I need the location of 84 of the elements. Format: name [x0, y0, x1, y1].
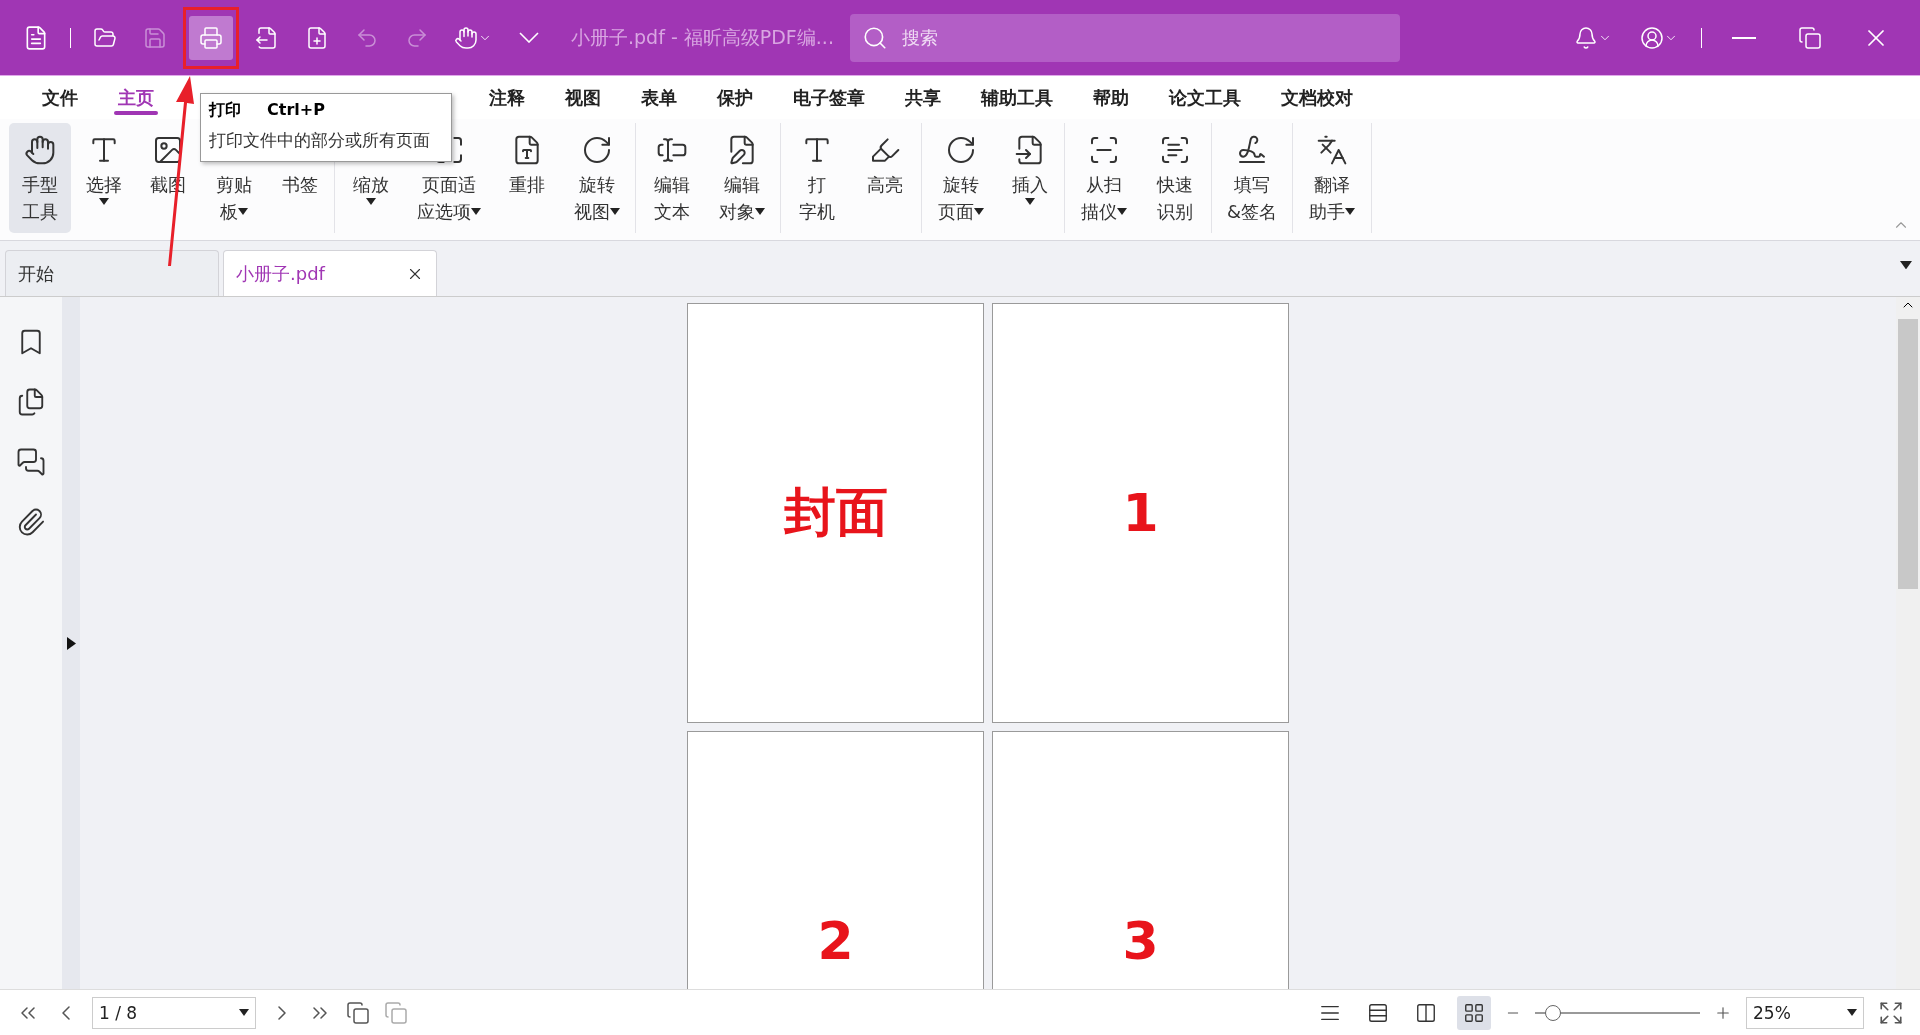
ribbon-button[interactable]: 手型 工具 [9, 123, 71, 233]
caret-icon [1847, 1009, 1857, 1016]
rotate-icon [581, 134, 613, 166]
ribbon-button[interactable]: 旋转 页面 [925, 123, 997, 233]
ribbon-button[interactable]: 旋转 视图 [562, 123, 632, 233]
continuous-icon [1367, 1001, 1389, 1024]
document-tab[interactable]: 小册子.pdf [223, 250, 437, 296]
menu-tab[interactable]: 主页 [98, 76, 174, 119]
caret-icon [99, 198, 109, 205]
ribbon-button[interactable]: 选择 [73, 123, 135, 233]
page-number-field[interactable]: 1 / 8 [92, 996, 256, 1029]
export-icon [255, 25, 279, 50]
zoom-slider[interactable] [1535, 1004, 1700, 1021]
window-title: 小册子.pdf - 福昕高级PDF编... [571, 24, 834, 50]
save-icon [143, 25, 167, 50]
caret-icon [238, 208, 248, 215]
ribbon-button[interactable]: 重排 [494, 123, 560, 233]
ribbon-button[interactable]: 翻译 助手 [1296, 123, 1368, 233]
ribbon-button[interactable]: 高亮 [852, 123, 918, 233]
tooltip-text: 打印文件中的部分或所有页面 [209, 129, 431, 152]
menu-tab[interactable]: 共享 [885, 76, 961, 119]
scanner-icon [1088, 134, 1120, 166]
ribbon-button[interactable]: 插入 [999, 123, 1061, 233]
print-button[interactable] [189, 15, 233, 60]
menu-tab[interactable]: 文档校对 [1261, 76, 1373, 119]
previous-view-icon[interactable] [346, 1000, 370, 1025]
chevron-down-icon [519, 32, 539, 43]
grid-icon [1463, 1001, 1485, 1024]
tooltip-title: 打印 [209, 100, 241, 121]
page-label: 1 [1122, 483, 1159, 543]
page-label: 2 [817, 911, 854, 971]
caret-icon [755, 208, 765, 215]
slider-thumb[interactable] [1544, 1004, 1561, 1021]
folder-icon [93, 25, 117, 50]
pages-icon[interactable] [16, 387, 46, 417]
caret-icon [366, 198, 376, 205]
translate-icon [1316, 134, 1348, 166]
sign-icon [1236, 134, 1268, 166]
restore-icon [1798, 25, 1822, 50]
document-tab[interactable]: 开始 [5, 250, 219, 296]
page-label: 3 [1122, 911, 1159, 971]
expand-panel-icon[interactable] [66, 636, 76, 650]
new-file-icon [305, 25, 329, 50]
menu-tab[interactable]: 电子签章 [773, 76, 885, 119]
caret-icon [1345, 208, 1355, 215]
ribbon-button[interactable]: 从扫 描仪 [1068, 123, 1140, 233]
caret-icon [239, 1009, 249, 1016]
print-icon [199, 25, 223, 50]
menu-tab[interactable]: 帮助 [1073, 76, 1149, 119]
view-mode-button[interactable] [1457, 995, 1491, 1030]
caret-icon [610, 208, 620, 215]
rotate-page-icon [945, 134, 977, 166]
caret-icon [1117, 208, 1127, 215]
two-page-icon [1415, 1001, 1437, 1024]
caret-icon [974, 208, 984, 215]
menu-tab[interactable]: 文件 [22, 76, 98, 119]
shortcut-text: Ctrl+P [267, 100, 325, 121]
fullscreen-icon[interactable] [1878, 999, 1904, 1026]
caret-icon [1900, 261, 1912, 270]
zoom-field[interactable]: 25% [1746, 996, 1864, 1029]
bell-icon [1574, 25, 1598, 50]
menu-tab[interactable]: 注释 [469, 76, 545, 119]
menu-tab[interactable]: 视图 [545, 76, 621, 119]
ribbon-button[interactable]: 打 字机 [784, 123, 850, 233]
ribbon-button[interactable]: 编辑 对象 [707, 123, 777, 233]
menu-tab[interactable]: 辅助工具 [961, 76, 1073, 119]
attachment-icon[interactable] [16, 507, 46, 537]
scrollbar[interactable] [1896, 297, 1920, 989]
caret-icon [471, 208, 481, 215]
ribbon-button[interactable]: 编辑 文本 [639, 123, 705, 233]
search-field[interactable]: 搜索 [849, 13, 1400, 62]
menu-tab[interactable]: 论文工具 [1149, 76, 1261, 119]
ribbon-button[interactable]: 快速 识别 [1142, 123, 1208, 233]
page-label: 封面 [783, 481, 888, 544]
ribbon-button[interactable]: 填写 &签名 [1215, 123, 1289, 233]
hand-icon [24, 134, 56, 166]
minimize-icon [1732, 36, 1756, 39]
caret-icon [1025, 198, 1035, 205]
hand-icon [454, 25, 478, 50]
comments-icon[interactable] [16, 447, 46, 477]
menu-tab[interactable]: 表单 [621, 76, 697, 119]
user-icon [1640, 25, 1664, 50]
menu-tab[interactable]: 保护 [697, 76, 773, 119]
ocr-icon [1159, 134, 1191, 166]
